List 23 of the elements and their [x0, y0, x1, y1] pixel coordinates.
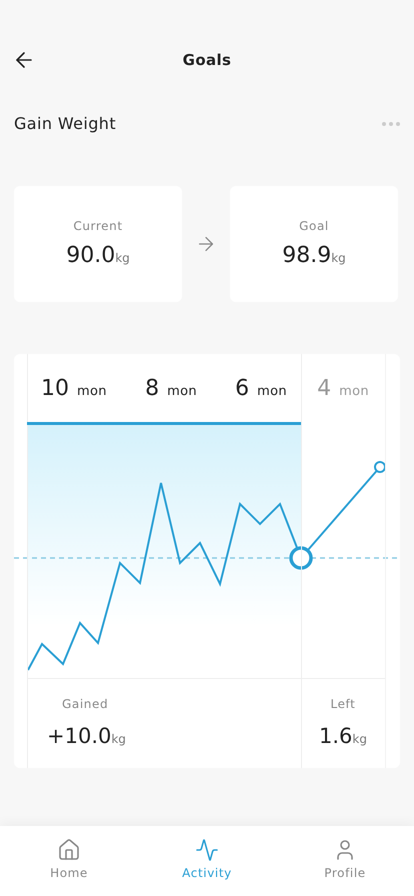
month-label: 8 mon — [145, 374, 197, 402]
unit-label: kg — [111, 730, 126, 748]
month-label: 10 mon — [41, 374, 107, 402]
nav-tab[interactable]: Activity — [162, 838, 252, 882]
card-value: 90.0 — [66, 242, 116, 270]
nav-tab[interactable]: Home — [24, 838, 114, 882]
pulse-icon — [195, 838, 219, 862]
stat-label: Gained — [61, 696, 110, 713]
goal-name: Gain Weight — [14, 113, 116, 135]
stat-label: Left — [330, 696, 356, 713]
stat-value: +10.0 — [47, 722, 112, 750]
unit-label: kg — [115, 250, 130, 266]
stat-value: 1.6 — [319, 722, 352, 750]
nav-tab[interactable]: Profile — [300, 838, 390, 882]
page-title: Goals — [182, 50, 232, 71]
unit-label: kg — [352, 730, 367, 748]
month-label: 6 mon — [235, 374, 287, 402]
card-label: Goal — [299, 218, 329, 234]
home-icon — [57, 838, 81, 862]
card-label: Current — [73, 218, 123, 234]
card-value: 98.9 — [282, 242, 332, 270]
unit-label: kg — [331, 250, 346, 266]
month-label: 4 mon — [317, 374, 369, 402]
